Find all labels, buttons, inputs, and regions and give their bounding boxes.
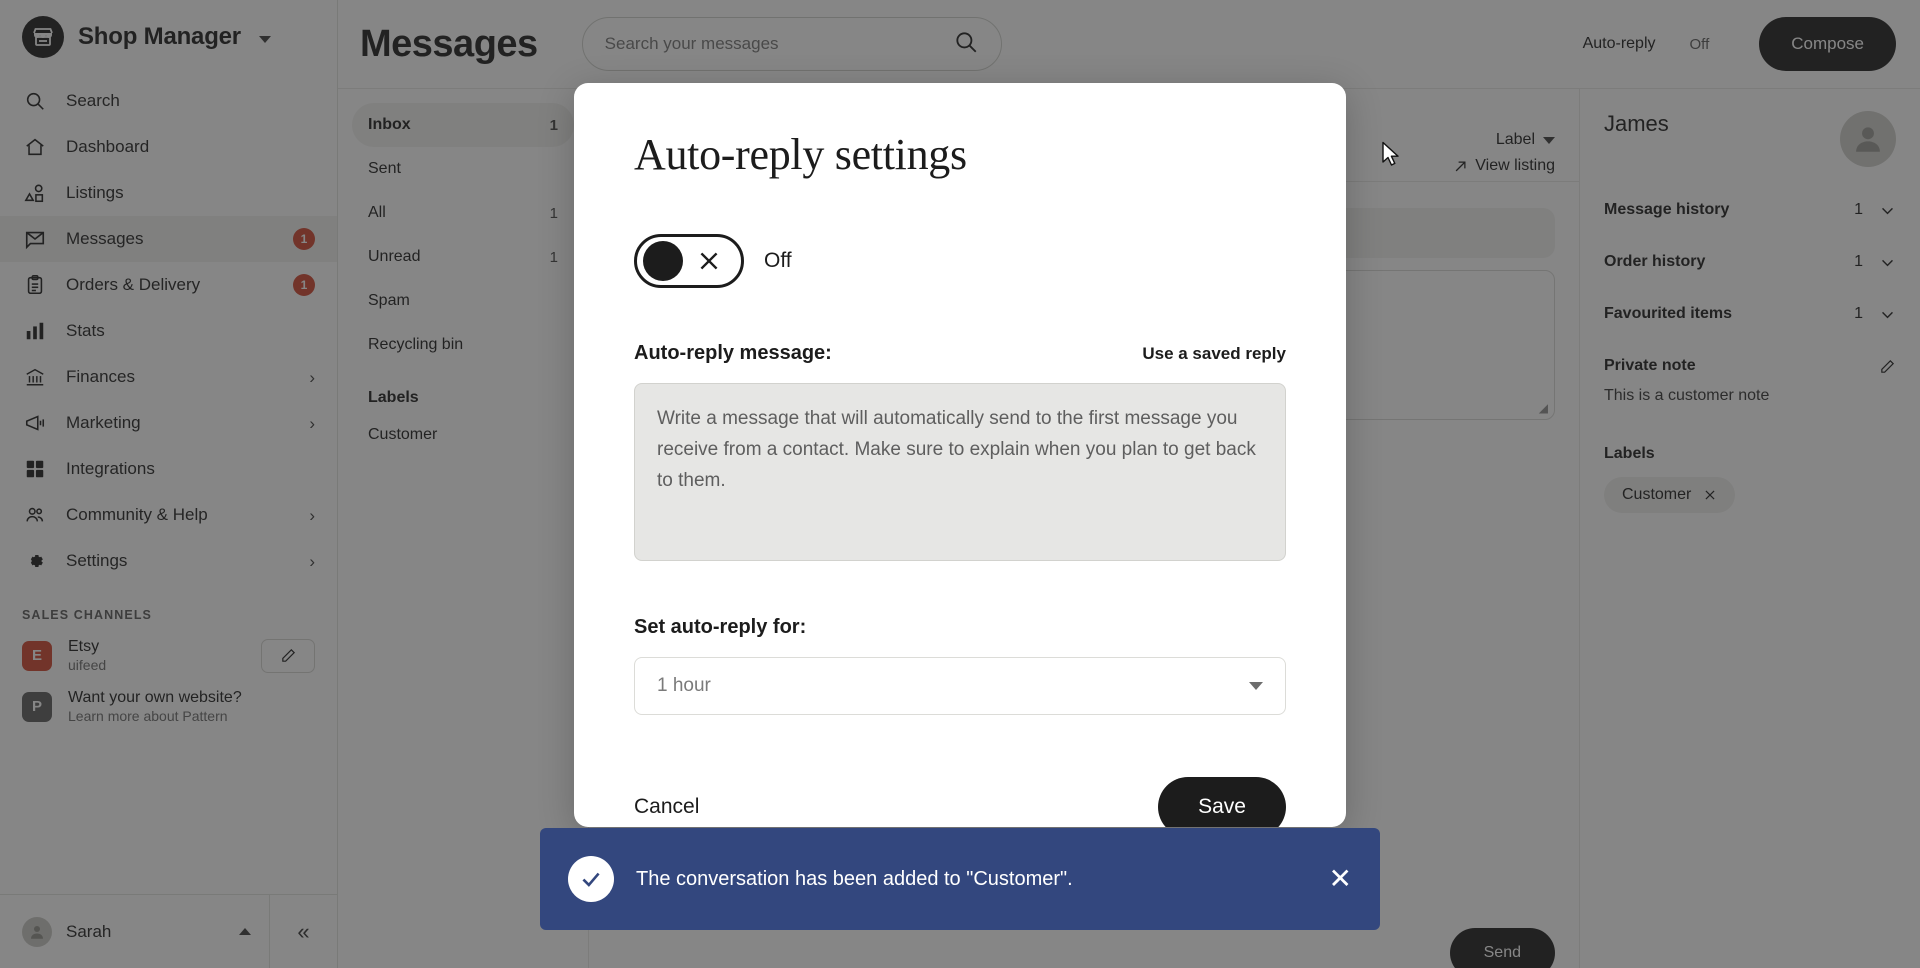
close-x-icon bbox=[683, 248, 735, 274]
cancel-button[interactable]: Cancel bbox=[634, 795, 699, 819]
caret-down-icon bbox=[1249, 682, 1263, 690]
message-field-label: Auto-reply message: bbox=[634, 342, 832, 364]
auto-reply-settings-modal: Auto-reply settings Off Auto-reply messa… bbox=[574, 83, 1346, 827]
auto-reply-message-textarea[interactable] bbox=[634, 383, 1286, 561]
auto-reply-toggle-row: Off bbox=[634, 234, 1286, 288]
duration-field-label: Set auto-reply for: bbox=[634, 616, 807, 638]
save-button[interactable]: Save bbox=[1158, 777, 1286, 827]
modal-content: Auto-reply settings Off Auto-reply messa… bbox=[574, 83, 1346, 827]
screen-root: Shop Manager Search Dashboard bbox=[0, 0, 1920, 968]
toast-close-button[interactable]: ✕ bbox=[1329, 865, 1352, 893]
message-field-header: Auto-reply message: Use a saved reply bbox=[634, 342, 1286, 365]
toggle-state-label: Off bbox=[764, 249, 792, 272]
auto-reply-toggle[interactable] bbox=[634, 234, 744, 288]
check-circle-icon bbox=[568, 856, 614, 902]
use-saved-reply-link[interactable]: Use a saved reply bbox=[1142, 344, 1286, 364]
toast-notification: The conversation has been added to "Cust… bbox=[540, 828, 1380, 930]
auto-reply-duration-select[interactable]: 1 hour bbox=[634, 657, 1286, 715]
toast-message: The conversation has been added to "Cust… bbox=[636, 867, 1073, 890]
modal-title: Auto-reply settings bbox=[634, 130, 967, 179]
duration-selected-value: 1 hour bbox=[657, 675, 711, 696]
toggle-knob bbox=[643, 241, 683, 281]
modal-actions: Cancel Save bbox=[634, 777, 1286, 827]
